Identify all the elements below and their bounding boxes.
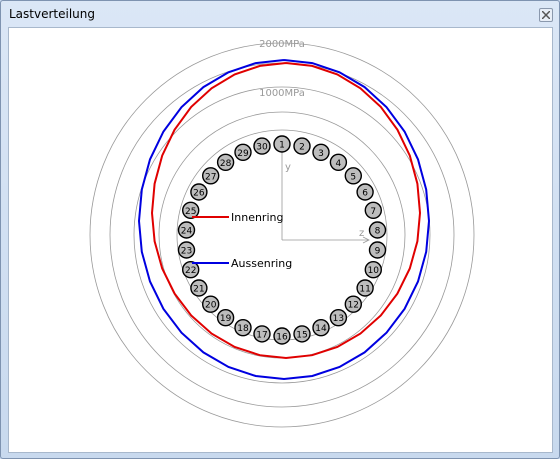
title-bar[interactable]: Lastverteilung bbox=[1, 1, 559, 27]
ball-label-4: 4 bbox=[336, 159, 342, 169]
legend-innenring-label: Innenring bbox=[231, 211, 283, 224]
ball-label-6: 6 bbox=[362, 189, 368, 199]
ball-label-22: 22 bbox=[185, 266, 196, 276]
ball-label-25: 25 bbox=[185, 207, 196, 217]
ball-label-24: 24 bbox=[181, 227, 193, 237]
ball-label-5: 5 bbox=[350, 172, 356, 182]
close-icon bbox=[542, 11, 550, 19]
ball-label-30: 30 bbox=[256, 143, 268, 153]
chart-area: 2000MPa 1000MPa y z 1 2 3 4 5 6 7 8 9 10 11 12 13 14 1… bbox=[8, 27, 553, 453]
y-axis-label: y bbox=[285, 162, 291, 173]
ball-label-13: 13 bbox=[333, 314, 344, 324]
ball-label-2: 2 bbox=[299, 143, 305, 153]
close-button[interactable] bbox=[539, 8, 553, 22]
load-distribution-chart: 2000MPa 1000MPa y z 1 2345678910111213141… bbox=[89, 39, 475, 428]
ball-label-10: 10 bbox=[368, 266, 380, 276]
ball-label-28: 28 bbox=[220, 159, 232, 169]
ball-label-26: 26 bbox=[193, 189, 205, 199]
ball-label-18: 18 bbox=[237, 324, 249, 334]
ball-label-1: 1 bbox=[279, 141, 285, 151]
window-title: Lastverteilung bbox=[9, 7, 95, 21]
ball-label-21: 21 bbox=[193, 285, 204, 295]
ring-label-1000: 1000MPa bbox=[259, 88, 305, 99]
ball-label-3: 3 bbox=[318, 149, 324, 159]
z-axis-label: z bbox=[359, 228, 364, 239]
ball-label-20: 20 bbox=[205, 301, 217, 311]
ball-label-15: 15 bbox=[296, 330, 307, 340]
ball-label-16: 16 bbox=[276, 333, 288, 343]
ball-label-9: 9 bbox=[375, 247, 381, 257]
ball-label-11: 11 bbox=[359, 285, 370, 295]
load-distribution-window: Lastverteilung 2000MPa 1000MPa y z 1 2 3… bbox=[0, 0, 560, 459]
ball-label-12: 12 bbox=[348, 301, 359, 311]
ring-label-2000: 2000MPa bbox=[259, 39, 305, 50]
ball-label-8: 8 bbox=[375, 227, 381, 237]
ball-label-19: 19 bbox=[220, 314, 232, 324]
ball-label-23: 23 bbox=[181, 247, 192, 257]
ball-label-29: 29 bbox=[237, 149, 249, 159]
ball-label-17: 17 bbox=[256, 330, 267, 340]
legend-aussenring-label: Aussenring bbox=[231, 257, 292, 270]
ball-label-14: 14 bbox=[315, 324, 327, 334]
ball-label-27: 27 bbox=[205, 172, 216, 182]
ball-label-7: 7 bbox=[370, 207, 376, 217]
